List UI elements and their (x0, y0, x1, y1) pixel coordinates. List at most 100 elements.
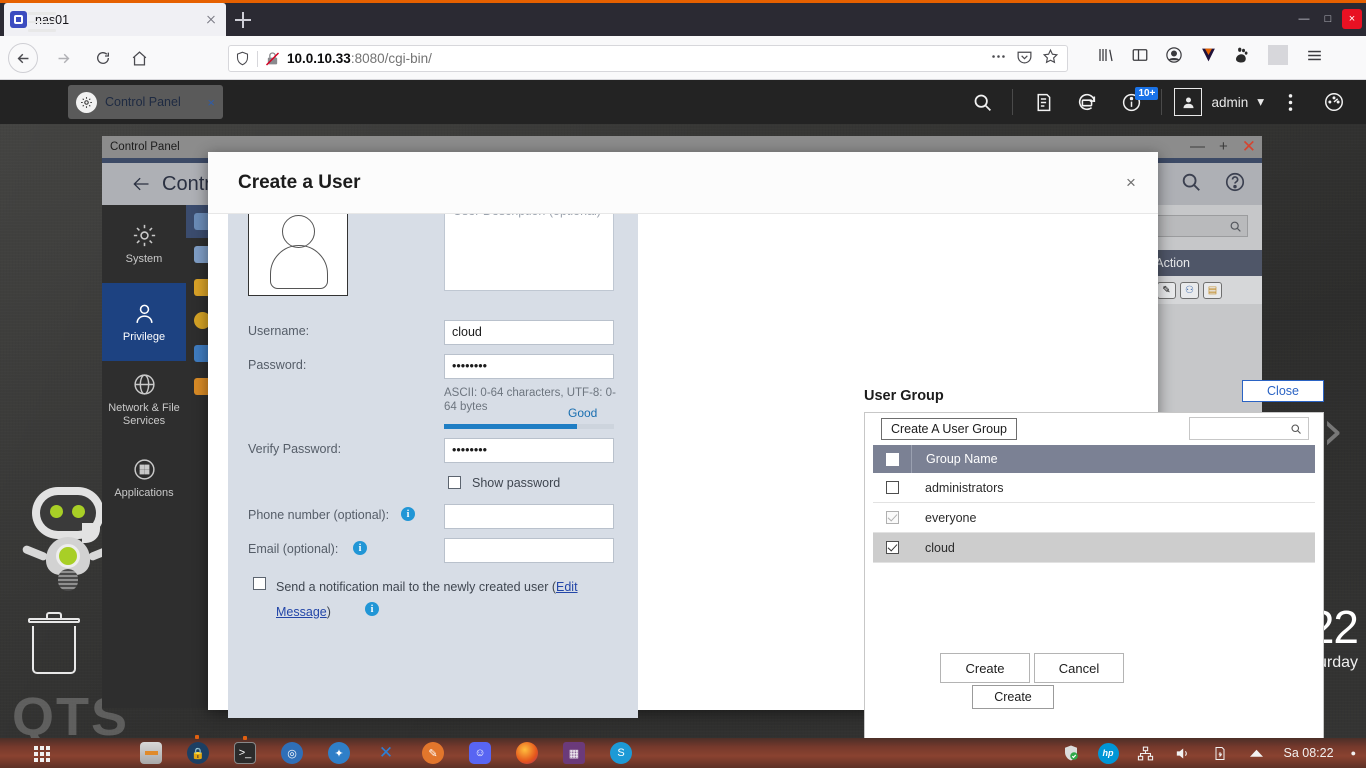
forward-icon[interactable] (48, 43, 78, 73)
printer-icon[interactable] (1210, 743, 1230, 763)
vscode-icon[interactable]: ✕ (375, 742, 397, 764)
firefox-icon[interactable] (516, 742, 538, 764)
user-description-textarea[interactable]: User Description (optional) (444, 214, 614, 291)
menu-icon[interactable] (1304, 45, 1324, 65)
row-checkbox[interactable] (873, 541, 911, 554)
sidebar-item-system[interactable]: System (102, 205, 186, 283)
send-notification-checkbox[interactable] (253, 577, 266, 590)
user-menu[interactable]: admin ▾ (1170, 88, 1268, 116)
home-icon[interactable] (124, 43, 154, 73)
group-name: administrators (925, 480, 1004, 495)
apps-grid-icon[interactable] (34, 746, 50, 762)
discord-icon[interactable]: ☺ (469, 742, 491, 764)
keepass-icon[interactable]: 🔒 (187, 735, 209, 764)
logs-icon[interactable] (1021, 80, 1065, 124)
shield-icon[interactable] (235, 51, 251, 67)
qts-main-menu-icon[interactable] (28, 12, 56, 32)
files-icon[interactable] (140, 742, 162, 764)
page-actions-icon[interactable] (990, 48, 1007, 70)
user-group-search-input[interactable] (1189, 417, 1309, 440)
bookmark-star-icon[interactable] (1042, 48, 1059, 70)
next-page-chevron-icon[interactable]: › (1322, 400, 1352, 462)
volume-icon[interactable] (1173, 743, 1193, 763)
search-icon[interactable] (1180, 171, 1202, 198)
hp-logo-icon[interactable]: hp (1097, 742, 1119, 764)
backup-sync-icon[interactable] (1065, 80, 1109, 124)
close-icon[interactable]: × (1122, 174, 1140, 192)
table-row[interactable]: cloud (873, 533, 1315, 563)
chevron-down-icon: ▾ (1257, 94, 1264, 109)
sidebar-item-privilege[interactable]: Privilege (102, 283, 186, 361)
reload-icon[interactable] (88, 43, 118, 73)
sidebar-item-network-file-services[interactable]: Network & File Services (102, 361, 186, 439)
minimize-icon[interactable]: — (1190, 136, 1205, 158)
info-icon[interactable]: i (353, 541, 367, 555)
help-icon[interactable] (1224, 171, 1246, 198)
minimize-icon[interactable]: — (1294, 9, 1314, 29)
sidebar-item-label: Network & File Services (108, 402, 180, 427)
hex-editor-icon[interactable]: ✎ (422, 742, 444, 764)
info-icon[interactable]: 10+ (1109, 80, 1159, 124)
sidebar-item-applications[interactable]: Applications (102, 439, 186, 517)
skype-icon[interactable]: S (610, 742, 632, 764)
falkon-icon[interactable]: ✦ (328, 742, 350, 764)
back-icon[interactable] (128, 171, 154, 197)
close-user-group-button[interactable]: Close (1242, 380, 1324, 402)
user-avatar-icon[interactable] (248, 214, 348, 296)
folder-icon[interactable]: ▤ (1203, 281, 1222, 299)
create-button[interactable]: Create (940, 653, 1030, 683)
username-input[interactable]: cloud (444, 320, 614, 345)
chromium-icon[interactable]: ◎ (281, 742, 303, 764)
security-shield-icon[interactable] (1061, 743, 1081, 763)
sidebar-icon[interactable] (1130, 45, 1150, 65)
dialog-header: Create a User (208, 152, 1158, 214)
table-row[interactable]: everyone (873, 503, 1315, 533)
info-icon[interactable]: i (401, 507, 415, 521)
user-group-list-box: Create A User Group Group Name administr… (864, 412, 1324, 768)
edit-icon[interactable]: ✎ (1157, 281, 1176, 299)
firefox-tab-strip: nas01 — □ × (0, 3, 1366, 36)
more-options-icon[interactable] (1268, 80, 1312, 124)
info-icon[interactable]: i (365, 602, 379, 616)
verify-password-input[interactable]: •••••••• (444, 438, 614, 463)
search-icon[interactable] (960, 80, 1004, 124)
close-icon[interactable]: × (1342, 9, 1362, 29)
pocket-icon[interactable] (1016, 48, 1033, 70)
group-icon[interactable]: ⚇ (1180, 281, 1199, 299)
table-row[interactable]: administrators (873, 473, 1315, 503)
phone-input[interactable] (444, 504, 614, 529)
email-input[interactable] (444, 538, 614, 563)
close-icon[interactable]: × (207, 95, 215, 110)
close-icon[interactable]: ✕ (1242, 136, 1256, 158)
close-icon[interactable] (202, 11, 220, 29)
phone-label: Phone number (optional): (248, 508, 390, 522)
group-name: cloud (925, 540, 955, 555)
create-user-group-button[interactable]: Create A User Group (881, 418, 1017, 440)
media-icon[interactable]: ▦ (563, 742, 585, 764)
new-tab-button[interactable] (232, 9, 254, 31)
row-checkbox[interactable] (873, 481, 911, 494)
show-password-checkbox[interactable] (448, 476, 461, 489)
account-icon[interactable] (1164, 45, 1184, 65)
column-header-group-name: Group Name (926, 452, 998, 466)
address-bar[interactable]: 10.0.10.33:8080/cgi-bin/ (228, 45, 1068, 72)
tray-clock[interactable]: Sa 08:22 (1284, 746, 1334, 760)
maximize-icon[interactable]: □ (1318, 9, 1338, 29)
trash-icon[interactable] (28, 612, 80, 676)
vpn-icon[interactable] (1198, 45, 1218, 65)
chevron-up-icon[interactable] (1247, 743, 1267, 763)
back-icon[interactable] (8, 43, 38, 73)
tray-indicator-dot: ● (1350, 748, 1356, 758)
cancel-button[interactable]: Cancel (1034, 653, 1124, 683)
maximize-icon[interactable]: + (1219, 136, 1228, 158)
gnome-icon[interactable] (1232, 45, 1252, 65)
lock-slash-icon[interactable] (264, 51, 281, 67)
select-all-checkbox[interactable] (873, 452, 911, 466)
library-icon[interactable] (1096, 45, 1116, 65)
taskbar-app-control-panel[interactable]: Control Panel × (68, 85, 223, 119)
dashboard-icon[interactable] (1312, 80, 1356, 124)
create-button-tooltip: Create (972, 685, 1054, 709)
network-icon[interactable] (1136, 743, 1156, 763)
terminal-icon[interactable]: >_ (234, 736, 256, 764)
password-input[interactable]: •••••••• (444, 354, 614, 379)
